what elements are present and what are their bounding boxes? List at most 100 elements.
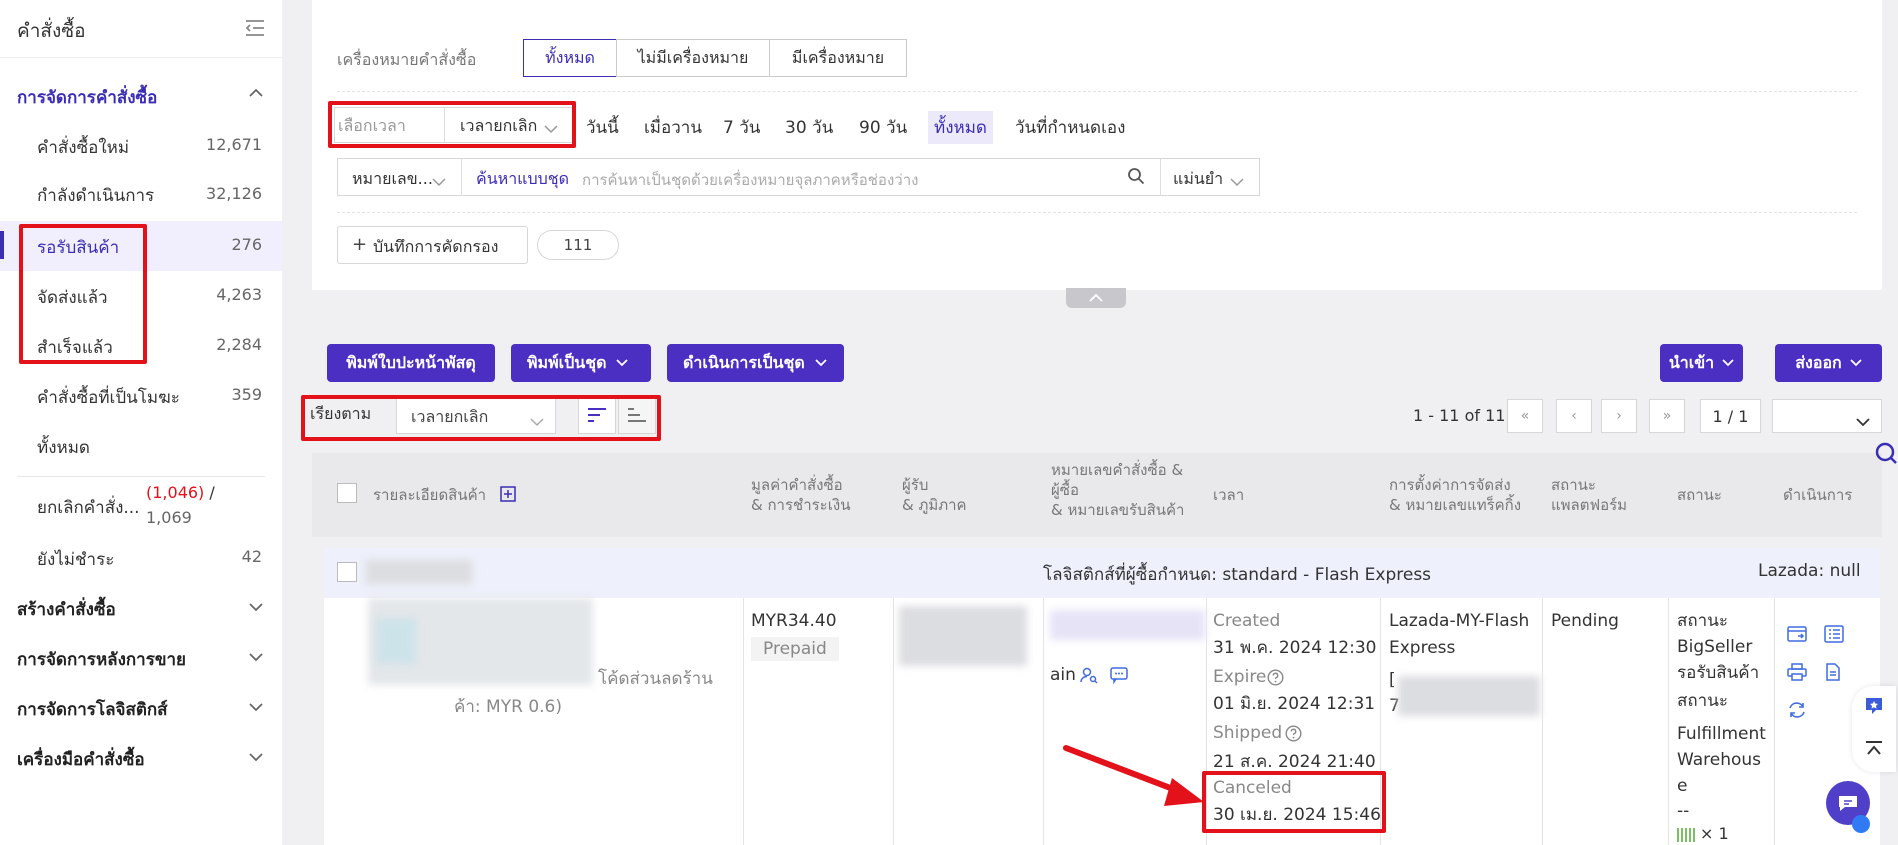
mark-filter-marked[interactable]: มีเครื่องหมาย [769,39,907,77]
help-icon[interactable] [1267,669,1284,690]
column-divider [1542,598,1543,845]
chevron-down-icon[interactable] [248,650,264,666]
sidebar-count-awaiting-pickup: 276 [231,235,262,254]
chevron-down-icon [1722,359,1734,367]
buyer-name-suffix: ain [1050,665,1076,685]
print-batch-label: พิมพ์เป็นชุด [527,352,607,372]
sidebar-item-in-progress[interactable]: กำลังดำเนินการ [37,182,154,209]
collapse-sidebar-icon[interactable] [244,18,266,38]
annotation-box-sort [301,395,661,441]
mark-filter-unmarked[interactable]: ไม่มีเครื่องหมาย [616,39,770,77]
th-action: ดำเนินการ [1783,486,1853,504]
export-button[interactable]: ส่งออก [1775,344,1882,382]
sidebar-item-new-orders[interactable]: คำสั่งซื้อใหม่ [37,134,129,161]
save-filter-label: บันทึกการคัดกรอง [373,237,499,256]
status-line8: -- [1677,801,1690,821]
status-line3: รอรับสินค้า [1677,663,1760,683]
time-chip-today[interactable]: วันนี้ [586,114,619,141]
divider [1160,158,1161,196]
sidebar: คำสั่งซื้อ การจัดการคำสั่งซื้อ คำสั่งซื้… [0,0,282,845]
import-button[interactable]: นำเข้า [1660,344,1743,382]
order-number-blurred[interactable] [1050,610,1205,640]
chevron-up-icon[interactable] [248,86,264,102]
sidebar-count-completed: 2,284 [216,335,262,354]
sidebar-section-after-sales[interactable]: การจัดการหลังการขาย [17,646,186,673]
annotation-box-canceled-time [1202,771,1386,833]
select-all-checkbox[interactable] [337,483,357,503]
page-input[interactable]: 1 / 1 [1700,399,1761,433]
row-checkbox[interactable] [337,562,357,582]
sidebar-count-unpaid: 42 [241,547,262,566]
back-to-top-icon[interactable] [1862,738,1886,766]
barcode-icon [1677,828,1695,842]
mark-filter-all[interactable]: ทั้งหมด [523,39,617,77]
saved-filter-tag[interactable]: 111 [537,230,619,260]
sidebar-item-all[interactable]: ทั้งหมด [37,434,90,461]
search-input[interactable]: การค้นหาเป็นชุดด้วยเครื่องหมายจุลภาคหรือ… [582,168,918,192]
expire-time: 01 มิ.ย. 2024 12:31 [1213,694,1376,714]
sidebar-active-indicator [0,231,4,259]
collapse-filter-button[interactable] [1066,288,1126,308]
document-icon[interactable] [1824,663,1842,685]
sidebar-item-invalid-orders[interactable]: คำสั่งซื้อที่เป็นโมฆะ [37,384,180,411]
th-order-number: หมายเลขคำสั่งซื้อ & ผู้ซื้อ & หมายเลขรับสิ… [1051,460,1184,520]
sidebar-item-cancel-requests[interactable]: ยกเลิกคำสั่ง... [37,494,147,521]
th-platform-status-line2: แพลตฟอร์ม [1551,496,1628,514]
chevron-down-icon[interactable] [248,750,264,766]
time-chip-custom[interactable]: วันที่กำหนดเอง [1015,114,1125,141]
annotation-arrow [1063,745,1204,806]
time-chip-yesterday[interactable]: เมื่อวาน [644,114,702,141]
match-mode-select[interactable]: แม่นยำ [1173,167,1223,192]
recipient-blurred [899,606,1027,666]
group-store-info: Lazada: null [1758,561,1861,581]
refresh-icon[interactable] [1787,700,1807,724]
sidebar-divider [17,476,265,477]
th-recipient-line1: ผู้รับ [902,476,929,494]
print-batch-button[interactable]: พิมพ์เป็นชุด [511,344,651,382]
divider [337,91,1857,92]
last-page-icon[interactable]: » [1649,399,1685,433]
sidebar-section-create-order[interactable]: สร้างคำสั่งซื้อ [17,596,116,623]
sidebar-section-order-management[interactable]: การจัดการคำสั่งซื้อ [17,84,157,111]
print-icon[interactable] [1787,663,1807,685]
export-label: ส่งออก [1795,352,1842,372]
time-chip-90-days[interactable]: 90 วัน [859,114,907,141]
chevron-down-icon[interactable] [248,700,264,716]
chevron-down-icon [616,359,629,367]
batch-action-label: ดำเนินการเป็นชุด [683,352,805,372]
time-chip-30-days[interactable]: 30 วัน [785,114,833,141]
th-shipping: การตั้งค่าการจัดส่ง & หมายเลขแทร็คกิ้ง [1389,475,1521,515]
sidebar-section-logistics[interactable]: การจัดการโลจิสติกส์ [17,696,168,723]
user-search-icon[interactable] [1080,666,1098,688]
annotation-box-sidebar-items [19,224,147,364]
search-icon[interactable] [1872,440,1898,474]
first-page-icon[interactable]: « [1507,399,1543,433]
expand-icon[interactable] [500,486,516,506]
shipping-method-line2: Express [1389,638,1456,658]
chevron-down-icon[interactable] [248,600,264,616]
sidebar-item-unpaid[interactable]: ยังไม่ชำระ [37,546,114,573]
order-detail-icon[interactable] [1824,625,1844,647]
print-label-button[interactable]: พิมพ์ใบปะหน้าพัสดุ [327,344,495,382]
tracking-number-blurred[interactable] [1398,676,1540,716]
annotation-box-time-select [328,101,576,148]
time-chip-all[interactable]: ทั้งหมด [928,111,993,144]
help-icon[interactable] [1285,725,1302,746]
th-shipping-line1: การตั้งค่าการจัดส่ง [1389,476,1511,494]
next-page-icon[interactable]: › [1601,399,1637,433]
time-chip-7-days[interactable]: 7 วัน [723,114,760,141]
batch-search-mode[interactable]: ค้นหาแบบชุด [476,167,569,192]
sidebar-section-order-tools[interactable]: เครื่องมือคำสั่งซื้อ [17,746,145,773]
sidebar-cancel-counts: (1,046) / [146,483,215,502]
ship-order-icon[interactable] [1787,625,1807,647]
pagination-info: 1 - 11 of 11 [1413,406,1506,425]
column-divider [1668,598,1669,845]
feedback-icon[interactable] [1862,694,1886,722]
th-order-number-line1: หมายเลขคำสั่งซื้อ & [1051,461,1184,479]
search-icon[interactable] [1127,167,1145,189]
shipped-label: Shipped [1213,723,1283,743]
batch-action-button[interactable]: ดำเนินการเป็นชุด [667,344,844,382]
prev-page-icon[interactable]: ‹ [1556,399,1592,433]
search-field-select[interactable]: หมายเลข... [352,167,433,192]
chat-icon[interactable] [1110,666,1128,688]
